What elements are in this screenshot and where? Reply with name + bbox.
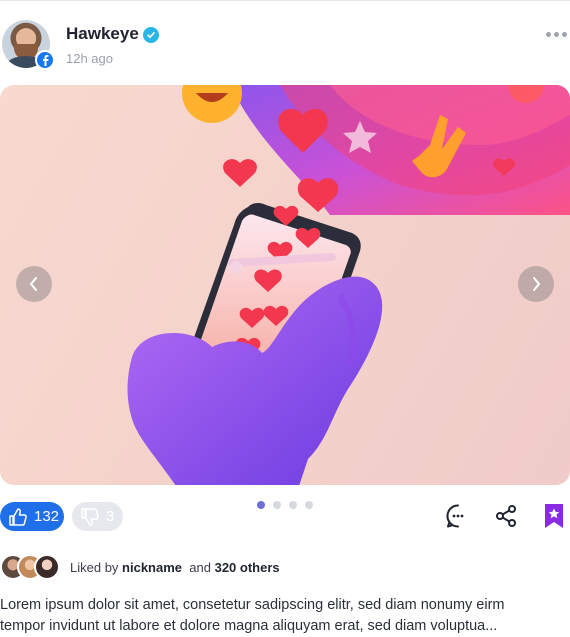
chevron-right-icon (533, 277, 541, 291)
dislike-button[interactable]: 3 (72, 502, 123, 531)
more-dot (554, 31, 559, 37)
liked-by-prefix: Liked by (70, 560, 119, 575)
post-actions: 132 3 (0, 502, 570, 534)
caption-line: tempor invidunt ut labore et dolore magn… (0, 618, 498, 634)
facebook-icon (35, 50, 55, 70)
thumbs-down-icon (81, 507, 99, 526)
more-dot (546, 31, 551, 37)
liked-by-and: and (189, 560, 211, 575)
verified-icon (143, 27, 159, 43)
author-name[interactable]: Hawkeye (66, 24, 139, 44)
post-caption: Lorem ipsum dolor sit amet, consetetur s… (0, 595, 570, 637)
post-time: 12h ago (66, 51, 113, 66)
dislike-count: 3 (106, 508, 115, 525)
post-illustration (127, 85, 570, 485)
liker-avatar[interactable] (34, 554, 60, 580)
caption-line: Lorem ipsum dolor sit amet, consetetur s… (0, 597, 505, 613)
more-dot (562, 31, 567, 37)
bookmark-star-icon (545, 504, 563, 528)
post-image[interactable] (0, 85, 570, 485)
share-icon (496, 505, 516, 527)
chevron-left-icon (29, 277, 37, 291)
like-count: 132 (34, 508, 60, 525)
liked-by-row: Liked by nickname and 320 others (0, 554, 570, 580)
liked-by-text: Liked by nickname and 320 others (70, 560, 280, 575)
comment-button[interactable] (444, 502, 472, 530)
thumbs-up-icon (9, 507, 27, 526)
like-button[interactable]: 132 (0, 502, 64, 531)
top-divider (0, 0, 570, 1)
carousel-prev-button[interactable] (16, 266, 52, 302)
more-options-icon[interactable] (546, 30, 568, 38)
liked-by-others[interactable]: 320 others (215, 560, 280, 575)
comment-icon (446, 504, 464, 528)
share-button[interactable] (492, 502, 520, 530)
liked-by-nickname[interactable]: nickname (122, 560, 182, 575)
post-header: Hawkeye 12h ago (0, 20, 570, 70)
carousel-next-button[interactable] (518, 266, 554, 302)
bookmark-button[interactable] (540, 502, 568, 530)
